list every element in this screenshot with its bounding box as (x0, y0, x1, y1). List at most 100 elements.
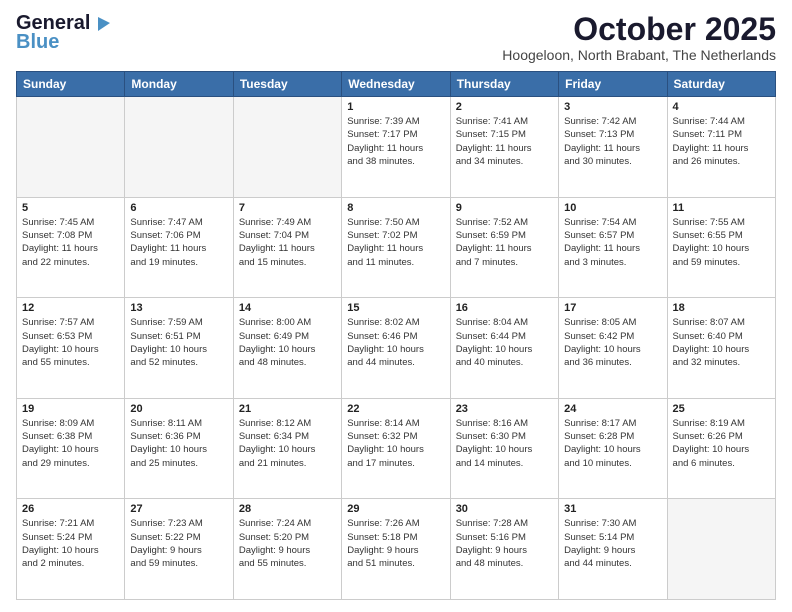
table-row: 24 Sunrise: 8:17 AMSunset: 6:28 PMDayligh… (559, 398, 667, 499)
col-thursday: Thursday (450, 72, 558, 97)
table-row: 28 Sunrise: 7:24 AMSunset: 5:20 PMDayligh… (233, 499, 341, 600)
day-number: 21 (239, 403, 336, 415)
week-row-1: 1 Sunrise: 7:39 AMSunset: 7:17 PMDaylight… (17, 97, 776, 198)
day-number: 23 (456, 403, 553, 415)
day-number: 7 (239, 202, 336, 214)
col-monday: Monday (125, 72, 233, 97)
table-row: 6 Sunrise: 7:47 AMSunset: 7:06 PMDaylight… (125, 197, 233, 298)
day-number: 16 (456, 302, 553, 314)
table-row (233, 97, 341, 198)
day-number: 28 (239, 503, 336, 515)
week-row-5: 26 Sunrise: 7:21 AMSunset: 5:24 PMDayligh… (17, 499, 776, 600)
table-row (667, 499, 775, 600)
day-number: 9 (456, 202, 553, 214)
day-info: Sunrise: 7:55 AMSunset: 6:55 PMDaylight:… (673, 216, 770, 269)
day-number: 29 (347, 503, 444, 515)
logo-blue: Blue (16, 31, 59, 54)
day-number: 4 (673, 101, 770, 113)
day-info: Sunrise: 8:00 AMSunset: 6:49 PMDaylight:… (239, 316, 336, 369)
table-row: 25 Sunrise: 8:19 AMSunset: 6:26 PMDayligh… (667, 398, 775, 499)
logo-triangle-icon (90, 13, 112, 35)
day-number: 19 (22, 403, 119, 415)
week-row-4: 19 Sunrise: 8:09 AMSunset: 6:38 PMDayligh… (17, 398, 776, 499)
day-info: Sunrise: 8:16 AMSunset: 6:30 PMDaylight:… (456, 417, 553, 470)
title-section: October 2025 Hoogeloon, North Brabant, T… (502, 12, 776, 63)
day-info: Sunrise: 7:52 AMSunset: 6:59 PMDaylight:… (456, 216, 553, 269)
day-number: 26 (22, 503, 119, 515)
table-row: 5 Sunrise: 7:45 AMSunset: 7:08 PMDaylight… (17, 197, 125, 298)
table-row: 17 Sunrise: 8:05 AMSunset: 6:42 PMDayligh… (559, 298, 667, 399)
day-info: Sunrise: 7:24 AMSunset: 5:20 PMDaylight:… (239, 517, 336, 570)
table-row: 30Sunrise: 7:28 AMSunset: 5:16 PMDayligh… (450, 499, 558, 600)
day-number: 20 (130, 403, 227, 415)
day-info: Sunrise: 8:14 AMSunset: 6:32 PMDaylight:… (347, 417, 444, 470)
table-row: 10 Sunrise: 7:54 AMSunset: 6:57 PMDayligh… (559, 197, 667, 298)
day-info: Sunrise: 7:54 AMSunset: 6:57 PMDaylight:… (564, 216, 661, 269)
day-info: Sunrise: 7:28 AMSunset: 5:16 PMDaylight:… (456, 517, 553, 570)
table-row: 4Sunrise: 7:44 AMSunset: 7:11 PMDaylight… (667, 97, 775, 198)
day-number: 27 (130, 503, 227, 515)
day-info: Sunrise: 8:05 AMSunset: 6:42 PMDaylight:… (564, 316, 661, 369)
day-number: 5 (22, 202, 119, 214)
table-row: 31 Sunrise: 7:30 AMSunset: 5:14 PMDayligh… (559, 499, 667, 600)
table-row: 13Sunrise: 7:59 AMSunset: 6:51 PMDayligh… (125, 298, 233, 399)
table-row: 19 Sunrise: 8:09 AMSunset: 6:38 PMDayligh… (17, 398, 125, 499)
day-info: Sunrise: 8:02 AMSunset: 6:46 PMDaylight:… (347, 316, 444, 369)
day-info: Sunrise: 7:41 AMSunset: 7:15 PMDaylight:… (456, 115, 553, 168)
table-row: 11 Sunrise: 7:55 AMSunset: 6:55 PMDayligh… (667, 197, 775, 298)
table-row: 2 Sunrise: 7:41 AMSunset: 7:15 PMDaylight… (450, 97, 558, 198)
day-number: 11 (673, 202, 770, 214)
day-info: Sunrise: 8:17 AMSunset: 6:28 PMDaylight:… (564, 417, 661, 470)
day-info: Sunrise: 7:23 AMSunset: 5:22 PMDaylight:… (130, 517, 227, 570)
day-number: 24 (564, 403, 661, 415)
day-number: 10 (564, 202, 661, 214)
day-info: Sunrise: 8:04 AMSunset: 6:44 PMDaylight:… (456, 316, 553, 369)
table-row: 27 Sunrise: 7:23 AMSunset: 5:22 PMDayligh… (125, 499, 233, 600)
table-row: 29 Sunrise: 7:26 AMSunset: 5:18 PMDayligh… (342, 499, 450, 600)
day-number: 15 (347, 302, 444, 314)
day-info: Sunrise: 7:21 AMSunset: 5:24 PMDaylight:… (22, 517, 119, 570)
day-info: Sunrise: 8:09 AMSunset: 6:38 PMDaylight:… (22, 417, 119, 470)
table-row: 14Sunrise: 8:00 AMSunset: 6:49 PMDayligh… (233, 298, 341, 399)
day-number: 31 (564, 503, 661, 515)
day-info: Sunrise: 8:07 AMSunset: 6:40 PMDaylight:… (673, 316, 770, 369)
day-number: 2 (456, 101, 553, 113)
table-row: 18Sunrise: 8:07 AMSunset: 6:40 PMDayligh… (667, 298, 775, 399)
table-row: 1 Sunrise: 7:39 AMSunset: 7:17 PMDaylight… (342, 97, 450, 198)
day-number: 22 (347, 403, 444, 415)
col-wednesday: Wednesday (342, 72, 450, 97)
table-row (125, 97, 233, 198)
table-row: 8Sunrise: 7:50 AMSunset: 7:02 PMDaylight… (342, 197, 450, 298)
day-info: Sunrise: 7:30 AMSunset: 5:14 PMDaylight:… (564, 517, 661, 570)
day-number: 25 (673, 403, 770, 415)
day-info: Sunrise: 8:11 AMSunset: 6:36 PMDaylight:… (130, 417, 227, 470)
month-title: October 2025 (502, 12, 776, 47)
col-friday: Friday (559, 72, 667, 97)
header-row: Sunday Monday Tuesday Wednesday Thursday… (17, 72, 776, 97)
col-tuesday: Tuesday (233, 72, 341, 97)
page: General Blue October 2025 Hoogeloon, Nor… (0, 0, 792, 612)
day-info: Sunrise: 7:59 AMSunset: 6:51 PMDaylight:… (130, 316, 227, 369)
header: General Blue October 2025 Hoogeloon, Nor… (16, 12, 776, 63)
table-row: 21 Sunrise: 8:12 AMSunset: 6:34 PMDayligh… (233, 398, 341, 499)
day-number: 1 (347, 101, 444, 113)
day-info: Sunrise: 7:47 AMSunset: 7:06 PMDaylight:… (130, 216, 227, 269)
calendar: Sunday Monday Tuesday Wednesday Thursday… (16, 71, 776, 600)
table-row: 3Sunrise: 7:42 AMSunset: 7:13 PMDaylight… (559, 97, 667, 198)
day-info: Sunrise: 7:50 AMSunset: 7:02 PMDaylight:… (347, 216, 444, 269)
day-info: Sunrise: 7:26 AMSunset: 5:18 PMDaylight:… (347, 517, 444, 570)
day-info: Sunrise: 8:12 AMSunset: 6:34 PMDaylight:… (239, 417, 336, 470)
table-row: 20 Sunrise: 8:11 AMSunset: 6:36 PMDayligh… (125, 398, 233, 499)
day-info: Sunrise: 7:39 AMSunset: 7:17 PMDaylight:… (347, 115, 444, 168)
table-row (17, 97, 125, 198)
day-info: Sunrise: 7:42 AMSunset: 7:13 PMDaylight:… (564, 115, 661, 168)
day-info: Sunrise: 7:45 AMSunset: 7:08 PMDaylight:… (22, 216, 119, 269)
week-row-3: 12Sunrise: 7:57 AMSunset: 6:53 PMDayligh… (17, 298, 776, 399)
day-info: Sunrise: 7:49 AMSunset: 7:04 PMDaylight:… (239, 216, 336, 269)
day-info: Sunrise: 8:19 AMSunset: 6:26 PMDaylight:… (673, 417, 770, 470)
day-number: 17 (564, 302, 661, 314)
day-number: 6 (130, 202, 227, 214)
week-row-2: 5 Sunrise: 7:45 AMSunset: 7:08 PMDaylight… (17, 197, 776, 298)
table-row: 26 Sunrise: 7:21 AMSunset: 5:24 PMDayligh… (17, 499, 125, 600)
table-row: 7 Sunrise: 7:49 AMSunset: 7:04 PMDaylight… (233, 197, 341, 298)
